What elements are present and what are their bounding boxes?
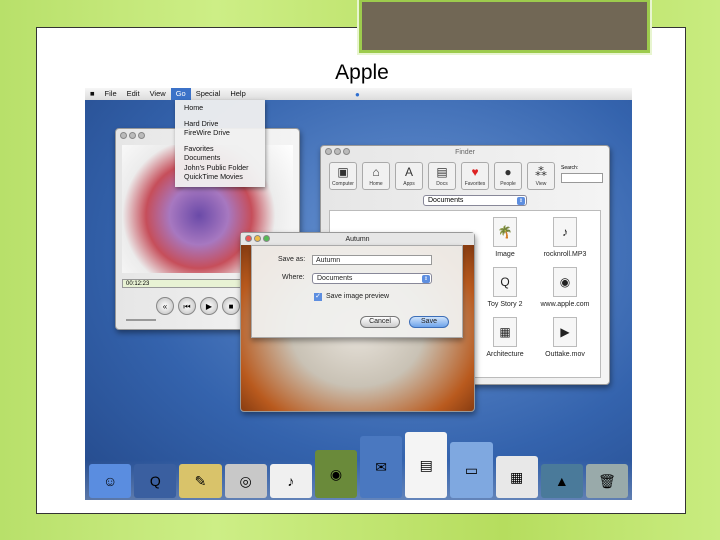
menu-item-documents[interactable]: Documents — [184, 153, 256, 163]
dock-iphoto-icon[interactable]: ◉ — [314, 450, 358, 498]
apps-icon: A — [404, 165, 413, 179]
apple-menu-icon[interactable]: ■ — [85, 88, 100, 100]
volume-slider[interactable] — [126, 319, 156, 321]
save-button[interactable]: Save — [409, 316, 449, 328]
file-item[interactable]: ▶ Outtake.mov — [535, 317, 595, 358]
stop-icon[interactable]: ■ — [222, 297, 240, 315]
macos-screenshot: ■ File Edit View Go Special Help ● 00:12… — [85, 88, 632, 500]
dock-apple-webpage-icon[interactable]: ▤ — [405, 432, 448, 498]
where-popup[interactable]: Documents ⇕ — [312, 273, 432, 284]
dock: ☺ Q ✎ ◎ ♪ ◉ ✉ ▤ ▭ ▦ ▲ 🗑 — [85, 432, 632, 500]
autumn-image-window: Autumn Save as: Autumn Where: Documents ⇕… — [240, 232, 475, 412]
save-preview-checkbox[interactable]: ✓ — [314, 293, 322, 301]
menu-item-favorites[interactable]: Favorites — [184, 144, 256, 154]
file-item[interactable]: 🌴 Image — [475, 217, 535, 258]
dock-trash-icon[interactable]: 🗑 — [585, 464, 629, 498]
skip-back-icon[interactable]: ⏮ — [178, 297, 196, 315]
docs-icon: ▤ — [436, 165, 448, 179]
home-icon: ⌂ — [372, 165, 380, 179]
minimize-icon[interactable] — [129, 131, 136, 139]
menu-item-firewire-drive[interactable]: FireWire Drive — [184, 128, 256, 138]
view-icon: ⁂ — [535, 165, 547, 179]
slide-title: Apple — [335, 61, 389, 84]
location-popup[interactable]: Documents ⇕ — [423, 195, 527, 206]
file-item[interactable]: ▦ Architecture — [475, 317, 535, 358]
toolbar-computer[interactable]: ▣ Computer — [329, 162, 357, 190]
toolbar-home[interactable]: ⌂ Home — [362, 162, 390, 190]
people-icon: ● — [504, 165, 512, 179]
dock-mail-icon[interactable]: ✉ — [360, 436, 403, 498]
timecode: 00:12:23 — [126, 281, 150, 287]
toolbar-people[interactable]: ● People — [494, 162, 522, 190]
toolbar-favorites[interactable]: ♥ Favorites — [461, 162, 489, 190]
menu-edit[interactable]: Edit — [122, 88, 145, 100]
menu-view[interactable]: View — [145, 88, 171, 100]
decorative-box — [359, 0, 650, 53]
file-item[interactable]: ◉ www.apple.com — [535, 267, 595, 308]
menu-item-home[interactable]: Home — [184, 103, 256, 113]
save-preview-label: Save image preview — [326, 293, 390, 300]
dock-textedit-icon[interactable]: ✎ — [179, 464, 222, 498]
save-as-label: Save as: — [278, 256, 306, 263]
play-icon[interactable]: ▶ — [200, 297, 218, 315]
where-label: Where: — [282, 274, 305, 281]
menu-item-quicktime-movies[interactable]: QuickTime Movies — [184, 172, 256, 182]
toolbar-docs[interactable]: ▤ Docs — [428, 162, 456, 190]
save-as-input[interactable]: Autumn — [312, 255, 432, 265]
dock-quicktime-icon[interactable]: Q — [134, 464, 177, 498]
go-menu: Home Hard Drive FireWire Drive Favorites… — [175, 100, 265, 187]
menu-go[interactable]: Go — [170, 88, 191, 100]
dock-audio-file-icon[interactable]: ♪ — [269, 464, 312, 498]
zoom-icon[interactable] — [138, 131, 145, 139]
toolbar-apps[interactable]: A Apps — [395, 162, 423, 190]
file-item[interactable]: Q Toy Story 2 — [475, 267, 535, 308]
toolbar-view[interactable]: ⁂ View — [527, 162, 555, 190]
computer-icon: ▣ — [337, 165, 349, 179]
menu-help[interactable]: Help — [225, 88, 250, 100]
menu-item-public-folder[interactable]: John's Public Folder — [184, 163, 256, 173]
rewind-icon[interactable]: « — [156, 297, 174, 315]
dock-finder-icon[interactable]: ☺ — [89, 464, 132, 498]
close-icon[interactable] — [120, 131, 127, 139]
finder-title: Finder — [455, 148, 475, 156]
dock-image-icon[interactable]: ▲ — [540, 464, 583, 498]
dock-browser-icon[interactable]: ▦ — [495, 456, 538, 498]
save-sheet: Save as: Autumn Where: Documents ⇕ ✓ Save… — [251, 245, 463, 338]
dock-dvd-icon[interactable]: ◎ — [224, 464, 267, 498]
cancel-button[interactable]: Cancel — [360, 316, 400, 328]
menu-file[interactable]: File — [100, 88, 122, 100]
menu-bar: ■ File Edit View Go Special Help ● — [85, 88, 632, 100]
file-item[interactable]: ♪ rocknroll.MP3 — [535, 217, 595, 258]
search-field[interactable]: Search: — [561, 165, 603, 183]
heart-icon: ♥ — [471, 165, 479, 179]
window-title: Autumn — [345, 235, 370, 243]
menu-special[interactable]: Special — [191, 88, 226, 100]
apple-logo-icon: ● — [355, 90, 360, 99]
menu-item-hard-drive[interactable]: Hard Drive — [184, 119, 256, 129]
dock-folder-icon[interactable]: ▭ — [450, 442, 493, 498]
